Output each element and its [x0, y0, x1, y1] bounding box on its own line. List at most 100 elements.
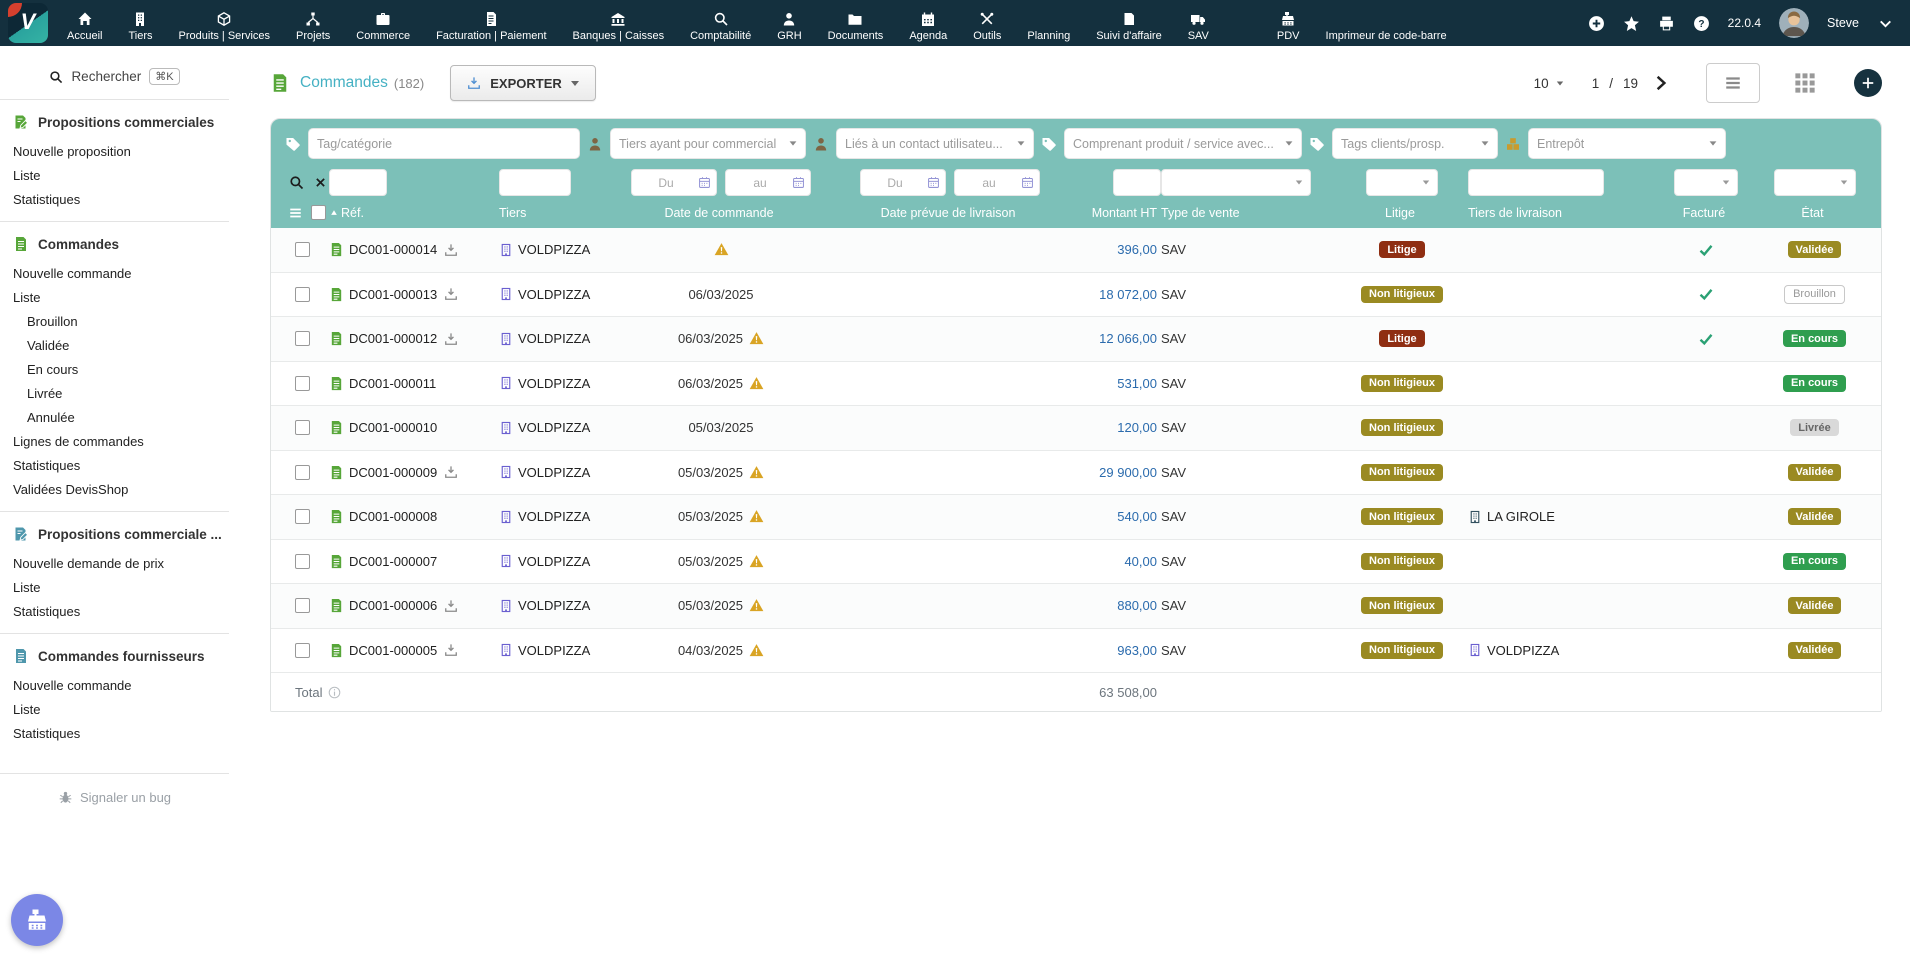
column-header[interactable]: Tiers [499, 206, 611, 220]
column-header[interactable]: Type de vente [1161, 206, 1336, 220]
sidebar-section-title[interactable]: Commandes [10, 236, 219, 252]
order-ref-link[interactable]: DC001-000010 [349, 420, 437, 435]
download-icon[interactable] [444, 465, 458, 479]
nav-item-pdv[interactable]: PDV [1264, 0, 1313, 46]
nav-item-facturation-paiement[interactable]: Facturation | Paiement [423, 0, 559, 46]
sidebar-section-title[interactable]: Propositions commerciales [10, 114, 219, 130]
delivery-date-to[interactable] [954, 169, 1040, 196]
row-checkbox[interactable] [295, 465, 310, 480]
nav-item-produits-services[interactable]: Produits | Services [166, 0, 284, 46]
filter-select[interactable]: Tiers ayant pour commercial [610, 128, 806, 159]
filter-input[interactable]: Tag/catégorie [308, 128, 580, 159]
nav-item-documents[interactable]: Documents [815, 0, 897, 46]
sidebar-item[interactable]: Statistiques [10, 453, 219, 477]
sidebar-item[interactable]: Liste [10, 575, 219, 599]
nav-item-commerce[interactable]: Commerce [343, 0, 423, 46]
thirdparty-link[interactable]: VOLDPIZZA [518, 554, 590, 569]
column-header[interactable]: Tiers de livraison [1468, 206, 1652, 220]
column-header[interactable]: État [1760, 206, 1869, 220]
thirdparty-link[interactable]: VOLDPIZZA [518, 287, 590, 302]
sidebar-item[interactable]: Liste [10, 697, 219, 721]
download-icon[interactable] [444, 332, 458, 346]
nav-item-comptabilit[interactable]: Comptabilité [677, 0, 764, 46]
sidebar-item[interactable]: Lignes de commandes [10, 429, 219, 453]
sidebar-item[interactable]: Brouillon [10, 309, 219, 333]
page-size-selector[interactable]: 10 [1534, 76, 1564, 91]
search-invoiced-select[interactable] [1674, 169, 1738, 196]
add-shortcut-icon[interactable] [1588, 15, 1605, 32]
sidebar-item[interactable]: Validées DevisShop [10, 477, 219, 501]
row-checkbox[interactable] [295, 420, 310, 435]
search-amount-input[interactable] [1113, 169, 1161, 196]
delivery-thirdparty-link[interactable]: LA GIROLE [1487, 509, 1555, 524]
sidebar-search[interactable]: Rechercher ⌘K [0, 62, 229, 99]
order-date-from[interactable] [631, 169, 717, 196]
search-litige-select[interactable] [1366, 169, 1438, 196]
nav-item-accueil[interactable]: Accueil [54, 0, 115, 46]
amount-link[interactable]: 29 900,00 [1099, 465, 1157, 480]
amount-link[interactable]: 18 072,00 [1099, 287, 1157, 302]
sidebar-item[interactable]: Statistiques [10, 187, 219, 211]
row-checkbox[interactable] [295, 643, 310, 658]
column-header[interactable]: Réf. [329, 206, 499, 220]
delivery-date-from[interactable] [860, 169, 946, 196]
user-avatar[interactable] [1779, 8, 1809, 38]
sidebar-item[interactable]: Nouvelle proposition [10, 139, 219, 163]
column-header[interactable]: Facturé [1652, 206, 1760, 220]
filter-select[interactable]: Tags clients/prosp. [1332, 128, 1498, 159]
sidebar-item[interactable]: Nouvelle commande [10, 673, 219, 697]
date-to-input[interactable] [731, 176, 789, 190]
thirdparty-link[interactable]: VOLDPIZZA [518, 331, 590, 346]
nav-item-planning[interactable]: Planning [1014, 0, 1083, 46]
search-sale-type-select[interactable] [1161, 169, 1311, 196]
amount-link[interactable]: 120,00 [1117, 420, 1157, 435]
filter-select[interactable]: Comprenant produit / service avec... [1064, 128, 1302, 159]
print-icon[interactable] [1658, 15, 1675, 32]
nav-item-projets[interactable]: Projets [283, 0, 343, 46]
report-bug-link[interactable]: Signaler un bug [0, 773, 229, 821]
pos-floating-button[interactable] [11, 894, 63, 946]
sidebar-item[interactable]: Livrée [10, 381, 219, 405]
nav-item-outils[interactable]: Outils [960, 0, 1014, 46]
thirdparty-link[interactable]: VOLDPIZZA [518, 465, 590, 480]
select-all-checkbox[interactable] [311, 205, 326, 220]
search-delivery-input[interactable] [1468, 169, 1604, 196]
order-ref-link[interactable]: DC001-000005 [349, 643, 437, 658]
export-button[interactable]: EXPORTER [450, 65, 596, 101]
row-checkbox[interactable] [295, 509, 310, 524]
current-page[interactable]: 1 [1592, 76, 1600, 91]
search-tiers-input[interactable] [499, 169, 571, 196]
column-header[interactable]: Litige [1336, 206, 1468, 220]
amount-link[interactable]: 396,00 [1117, 242, 1157, 257]
download-icon[interactable] [444, 643, 458, 657]
thirdparty-link[interactable]: VOLDPIZZA [518, 598, 590, 613]
search-state-select[interactable] [1774, 169, 1856, 196]
sidebar-section-title[interactable]: Commandes fournisseurs [10, 648, 219, 664]
list-view-button[interactable] [1706, 63, 1760, 103]
nav-item-suivi-d-affaire[interactable]: Suivi d'affaire [1083, 0, 1175, 46]
sidebar-item[interactable]: Statistiques [10, 599, 219, 623]
order-date-to[interactable] [725, 169, 811, 196]
bookmark-star-icon[interactable] [1623, 15, 1640, 32]
sidebar-item[interactable]: Statistiques [10, 721, 219, 745]
sidebar-item[interactable]: Liste [10, 285, 219, 309]
thirdparty-link[interactable]: VOLDPIZZA [518, 643, 590, 658]
row-checkbox[interactable] [295, 376, 310, 391]
delivery-thirdparty-link[interactable]: VOLDPIZZA [1487, 643, 1559, 658]
nav-item-banques-caisses[interactable]: Banques | Caisses [560, 0, 678, 46]
order-ref-link[interactable]: DC001-000006 [349, 598, 437, 613]
nav-item-agenda[interactable]: Agenda [896, 0, 960, 46]
order-ref-link[interactable]: DC001-000012 [349, 331, 437, 346]
page-title[interactable]: Commandes [300, 74, 388, 92]
grid-view-button[interactable] [1794, 72, 1816, 94]
order-ref-link[interactable]: DC001-000011 [349, 376, 436, 391]
sidebar-item[interactable]: Validée [10, 333, 219, 357]
search-ref-input[interactable] [329, 169, 387, 196]
row-checkbox[interactable] [295, 287, 310, 302]
filter-select[interactable]: Liés à un contact utilisateu... [836, 128, 1034, 159]
thirdparty-link[interactable]: VOLDPIZZA [518, 420, 590, 435]
row-checkbox[interactable] [295, 331, 310, 346]
date-from-input[interactable] [866, 176, 924, 190]
sidebar-item[interactable]: Nouvelle demande de prix [10, 551, 219, 575]
new-order-button[interactable] [1854, 69, 1882, 97]
